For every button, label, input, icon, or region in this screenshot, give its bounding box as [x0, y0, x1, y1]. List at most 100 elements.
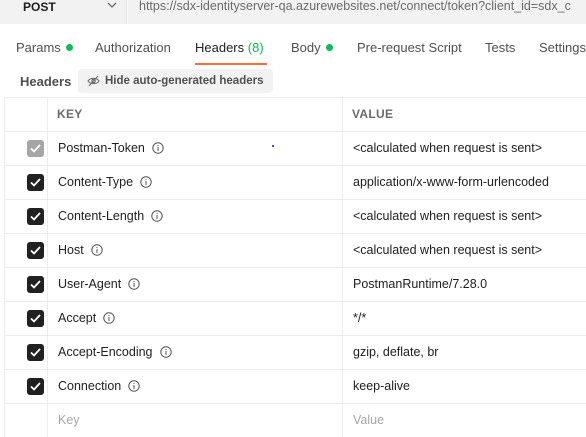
checkmark-icon: [30, 348, 41, 357]
key-cell[interactable]: Connection: [48, 370, 343, 403]
checkmark-icon: [30, 178, 41, 187]
key-text-wrap: Content-Type: [58, 175, 152, 189]
value-cell[interactable]: PostmanRuntime/7.28.0: [343, 268, 586, 301]
tab-headers[interactable]: Headers (8): [195, 40, 264, 55]
tab-pre-request-label: Pre-request Script: [357, 40, 462, 55]
value-cell[interactable]: application/x-www-form-urlencoded: [343, 166, 586, 199]
table-row: Connection keep-alive: [4, 370, 586, 404]
row-check-cell: [4, 200, 48, 233]
key-cell[interactable]: Accept-Encoding: [48, 336, 343, 369]
key-text-wrap: Accept-Encoding: [58, 345, 172, 359]
new-key-input[interactable]: Key: [48, 404, 343, 437]
key-placeholder: Key: [58, 413, 80, 427]
value-text: gzip, deflate, br: [353, 345, 439, 359]
key-text-wrap: User-Agent: [58, 277, 140, 291]
request-tabs: Params Authorization Headers (8) Body Pr…: [0, 36, 586, 66]
eye-off-icon: [87, 75, 100, 87]
url-input[interactable]: https://sdx-identityserver-qa.azurewebsi…: [128, 0, 586, 24]
method-select[interactable]: POST: [0, 0, 127, 24]
key-cell[interactable]: Postman-Token: [48, 132, 343, 165]
value-text: <calculated when request is sent>: [353, 141, 543, 155]
value-cell[interactable]: <calculated when request is sent>: [343, 200, 586, 233]
value-text: PostmanRuntime/7.28.0: [353, 277, 488, 291]
header-check-cell: [4, 98, 48, 131]
tab-settings[interactable]: Settings: [539, 40, 586, 55]
key-header-label: KEY: [57, 107, 83, 121]
value-cell[interactable]: <calculated when request is sent>: [343, 234, 586, 267]
value-text: <calculated when request is sent>: [353, 209, 543, 223]
checkmark-icon: [30, 280, 41, 289]
row-checkbox[interactable]: [27, 344, 44, 361]
row-check-cell: [4, 302, 48, 335]
tab-pre-request-script[interactable]: Pre-request Script: [357, 40, 462, 55]
key-cell[interactable]: Host: [48, 234, 343, 267]
key-column-header: KEY: [48, 98, 343, 131]
tab-body-label: Body: [291, 40, 321, 55]
request-url-bar: POST https://sdx-identityserver-qa.azure…: [0, 0, 586, 24]
tab-tests[interactable]: Tests: [485, 40, 515, 55]
info-icon[interactable]: [103, 312, 115, 324]
row-checkbox[interactable]: [27, 174, 44, 191]
key-text: User-Agent: [58, 277, 122, 291]
headers-subheader: Headers Hide auto-generated headers: [0, 68, 586, 94]
row-checkbox[interactable]: [27, 310, 44, 327]
active-tab-indicator: [195, 63, 267, 65]
info-icon[interactable]: [152, 142, 164, 154]
tab-headers-count: (8): [247, 40, 264, 55]
hide-auto-generated-headers-button[interactable]: Hide auto-generated headers: [78, 69, 274, 93]
table-row: Content-Type application/x-www-form-urle…: [4, 166, 586, 200]
key-text-wrap: Connection: [58, 379, 140, 393]
info-icon[interactable]: [151, 210, 163, 222]
value-cell[interactable]: gzip, deflate, br: [343, 336, 586, 369]
row-checkbox[interactable]: [27, 276, 44, 293]
value-text: */*: [353, 311, 367, 325]
info-icon[interactable]: [140, 176, 152, 188]
info-icon[interactable]: [128, 380, 140, 392]
value-cell[interactable]: */*: [343, 302, 586, 335]
row-checkbox[interactable]: [27, 208, 44, 225]
row-checkbox[interactable]: [27, 140, 44, 157]
value-cell[interactable]: <calculated when request is sent>: [343, 132, 586, 165]
key-text: Host: [58, 243, 84, 257]
table-row: Postman-Token <calculated when request i…: [4, 132, 586, 166]
table-row: Host <calculated when request is sent>: [4, 234, 586, 268]
key-text: Content-Type: [58, 175, 134, 189]
url-text: https://sdx-identityserver-qa.azurewebsi…: [139, 0, 571, 13]
status-dot-icon: [65, 44, 73, 51]
status-dot-icon: [325, 44, 333, 51]
value-text: <calculated when request is sent>: [353, 243, 543, 257]
table-row: Content-Length <calculated when request …: [4, 200, 586, 234]
value-column-header: VALUE: [343, 98, 586, 131]
table-row: Accept */*: [4, 302, 586, 336]
new-value-input[interactable]: Value: [343, 404, 586, 437]
row-check-cell: [4, 268, 48, 301]
key-cell[interactable]: Content-Type: [48, 166, 343, 199]
key-text: Connection: [58, 379, 122, 393]
key-cell[interactable]: User-Agent: [48, 268, 343, 301]
key-text: Postman-Token: [58, 141, 145, 155]
key-cell[interactable]: Accept: [48, 302, 343, 335]
value-cell[interactable]: keep-alive: [343, 370, 586, 403]
table-row: Accept-Encoding gzip, deflate, br: [4, 336, 586, 370]
tab-params[interactable]: Params: [16, 40, 73, 55]
checkmark-icon: [30, 212, 41, 221]
tab-authorization[interactable]: Authorization: [95, 40, 171, 55]
key-text: Accept: [58, 311, 97, 325]
info-icon[interactable]: [91, 244, 103, 256]
info-icon[interactable]: [159, 346, 172, 358]
key-text-wrap: Accept: [58, 311, 115, 325]
info-icon[interactable]: [128, 278, 140, 290]
row-check-cell: [4, 336, 48, 369]
table-header-row: KEY VALUE: [4, 98, 586, 132]
hide-button-label: Hide auto-generated headers: [105, 75, 264, 87]
method-label: POST: [23, 0, 56, 14]
key-text: Content-Length: [58, 209, 145, 223]
row-checkbox[interactable]: [27, 242, 44, 259]
key-cell[interactable]: Content-Length: [48, 200, 343, 233]
tab-settings-label: Settings: [539, 40, 586, 55]
tab-body[interactable]: Body: [291, 40, 333, 55]
row-check-cell: [4, 370, 48, 403]
row-checkbox[interactable]: [27, 378, 44, 395]
checkmark-icon: [30, 144, 41, 153]
value-header-label: VALUE: [352, 107, 394, 121]
